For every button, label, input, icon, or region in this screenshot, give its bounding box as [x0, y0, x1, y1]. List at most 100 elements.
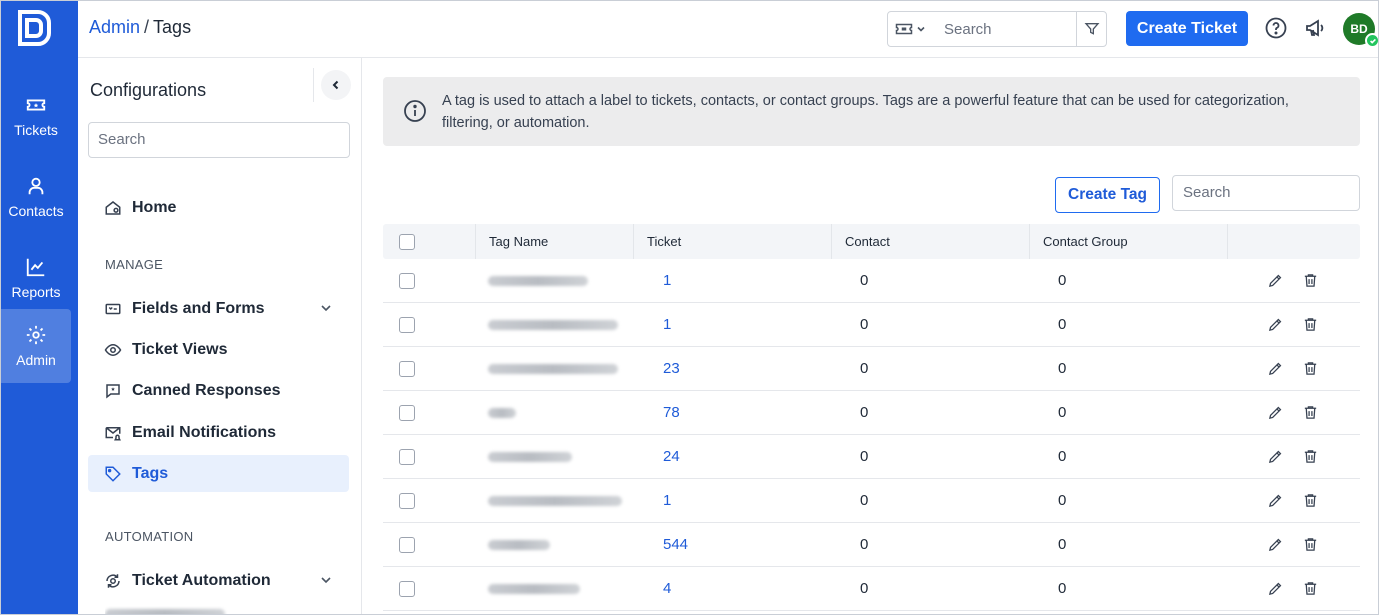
- delete-icon[interactable]: [1302, 536, 1319, 553]
- row-checkbox[interactable]: [399, 492, 415, 509]
- column-tag-name[interactable]: Tag Name: [475, 224, 633, 259]
- chevron-down-icon[interactable]: [319, 573, 333, 587]
- delete-icon[interactable]: [1302, 448, 1319, 465]
- tag-name-redacted: [488, 407, 516, 418]
- column-ticket[interactable]: Ticket: [633, 224, 831, 259]
- breadcrumb-admin[interactable]: Admin: [89, 17, 140, 37]
- ticket-count-link[interactable]: 1: [663, 272, 671, 289]
- row-checkbox[interactable]: [399, 272, 415, 289]
- edit-icon[interactable]: [1267, 272, 1284, 289]
- nav-label-home: Home: [132, 198, 177, 216]
- row-checkbox[interactable]: [399, 580, 415, 597]
- help-icon[interactable]: [1264, 16, 1288, 40]
- table-row[interactable]: 4 0 0: [383, 567, 1360, 611]
- edit-icon[interactable]: [1267, 580, 1284, 597]
- ticket-count-link[interactable]: 544: [663, 536, 688, 553]
- ticket-count-link[interactable]: 1: [663, 316, 671, 333]
- table-row[interactable]: 78 0 0: [383, 391, 1360, 435]
- row-select-cell: [399, 567, 415, 610]
- edit-icon[interactable]: [1267, 492, 1284, 509]
- collapse-panel-button[interactable]: [321, 70, 351, 100]
- section-automation: AUTOMATION: [105, 529, 194, 544]
- table-row[interactable]: 24 0 0: [383, 435, 1360, 479]
- rail-label-tickets: Tickets: [14, 122, 58, 138]
- row-checkbox[interactable]: [399, 536, 415, 553]
- ticket-count-link[interactable]: 4: [663, 580, 671, 597]
- app-logo[interactable]: [14, 9, 52, 47]
- nav-item-ticket-views[interactable]: Ticket Views: [88, 331, 349, 368]
- automation-icon: [106, 573, 120, 588]
- rail-item-admin[interactable]: Admin: [1, 309, 71, 383]
- nav-item-tags[interactable]: Tags: [88, 455, 349, 492]
- row-select-cell: [399, 391, 415, 434]
- tag-name-redacted: [488, 583, 580, 594]
- tag-search-input[interactable]: Search: [1172, 175, 1360, 211]
- contact-group-count: 0: [1058, 404, 1067, 421]
- edit-icon[interactable]: [1267, 404, 1284, 421]
- nav-label-fields-and-forms: Fields and Forms: [132, 299, 265, 317]
- global-search-input[interactable]: Search: [932, 21, 1076, 38]
- delete-icon[interactable]: [1302, 492, 1319, 509]
- breadcrumb-separator: /: [144, 17, 150, 37]
- global-search[interactable]: Search: [887, 11, 1107, 47]
- contact-count-cell: 0: [860, 479, 868, 522]
- ticket-icon: [26, 99, 46, 111]
- table-row[interactable]: 1 0 0: [383, 303, 1360, 347]
- table-row[interactable]: 1 0 0: [383, 479, 1360, 523]
- delete-icon[interactable]: [1302, 272, 1319, 289]
- ticket-count-link[interactable]: 24: [663, 448, 680, 465]
- tag-name-cell: [488, 259, 588, 302]
- search-scope-selector[interactable]: [888, 12, 932, 46]
- user-avatar[interactable]: BD: [1343, 13, 1378, 48]
- chevron-down-icon[interactable]: [319, 301, 333, 315]
- configurations-panel: Configurations Search Home MANAGE Fields…: [78, 58, 362, 614]
- delete-icon[interactable]: [1302, 580, 1319, 597]
- row-checkbox[interactable]: [399, 360, 415, 377]
- column-contact[interactable]: Contact: [831, 224, 1029, 259]
- nav-item-canned-responses[interactable]: Canned Responses: [88, 372, 349, 409]
- row-select-cell: [399, 259, 415, 302]
- tags-table: Tag Name Ticket Contact Contact Group 1 …: [383, 224, 1360, 611]
- edit-icon[interactable]: [1267, 536, 1284, 553]
- ticket-count-link[interactable]: 23: [663, 360, 680, 377]
- nav-item-ticket-automation[interactable]: Ticket Automation: [88, 562, 349, 599]
- edit-icon[interactable]: [1267, 448, 1284, 465]
- contact-count-cell: 0: [860, 567, 868, 610]
- row-checkbox[interactable]: [399, 448, 415, 465]
- ticket-count-cell: 4: [663, 567, 671, 610]
- table-row[interactable]: 544 0 0: [383, 523, 1360, 567]
- nav-item-fields-and-forms[interactable]: Fields and Forms: [88, 290, 349, 327]
- delete-icon[interactable]: [1302, 404, 1319, 421]
- contact-count: 0: [860, 580, 869, 597]
- nav-item-home[interactable]: Home: [88, 189, 349, 226]
- rail-item-reports[interactable]: Reports: [1, 241, 71, 315]
- edit-icon[interactable]: [1267, 316, 1284, 333]
- filter-button[interactable]: [1076, 12, 1106, 46]
- section-manage: MANAGE: [105, 257, 164, 272]
- create-tag-button[interactable]: Create Tag: [1055, 177, 1160, 213]
- mail-bell-icon: [105, 426, 121, 440]
- contact-group-count-cell: 0: [1058, 479, 1066, 522]
- announcement-icon[interactable]: [1304, 16, 1328, 40]
- row-checkbox[interactable]: [399, 404, 415, 421]
- ticket-count-link[interactable]: 78: [663, 404, 680, 421]
- edit-icon[interactable]: [1267, 360, 1284, 377]
- create-ticket-button[interactable]: Create Ticket: [1126, 11, 1248, 46]
- table-row[interactable]: 1 0 0: [383, 259, 1360, 303]
- eye-icon: [104, 343, 122, 356]
- table-row[interactable]: 23 0 0: [383, 347, 1360, 391]
- config-search-input[interactable]: Search: [88, 122, 350, 158]
- rail-item-contacts[interactable]: Contacts: [1, 160, 71, 234]
- ticket-count-link[interactable]: 1: [663, 492, 671, 509]
- rail-item-tickets[interactable]: Tickets: [1, 79, 71, 153]
- delete-icon[interactable]: [1302, 316, 1319, 333]
- filter-icon: [1084, 23, 1099, 35]
- select-all-checkbox[interactable]: [399, 233, 415, 250]
- nav-item-email-notifications[interactable]: Email Notifications: [88, 414, 349, 451]
- ticket-count-cell: 544: [663, 523, 688, 566]
- column-contact-group[interactable]: Contact Group: [1029, 224, 1227, 259]
- nav-label-ticket-automation: Ticket Automation: [132, 571, 271, 589]
- row-checkbox[interactable]: [399, 316, 415, 333]
- delete-icon[interactable]: [1302, 360, 1319, 377]
- row-actions: [1267, 303, 1319, 346]
